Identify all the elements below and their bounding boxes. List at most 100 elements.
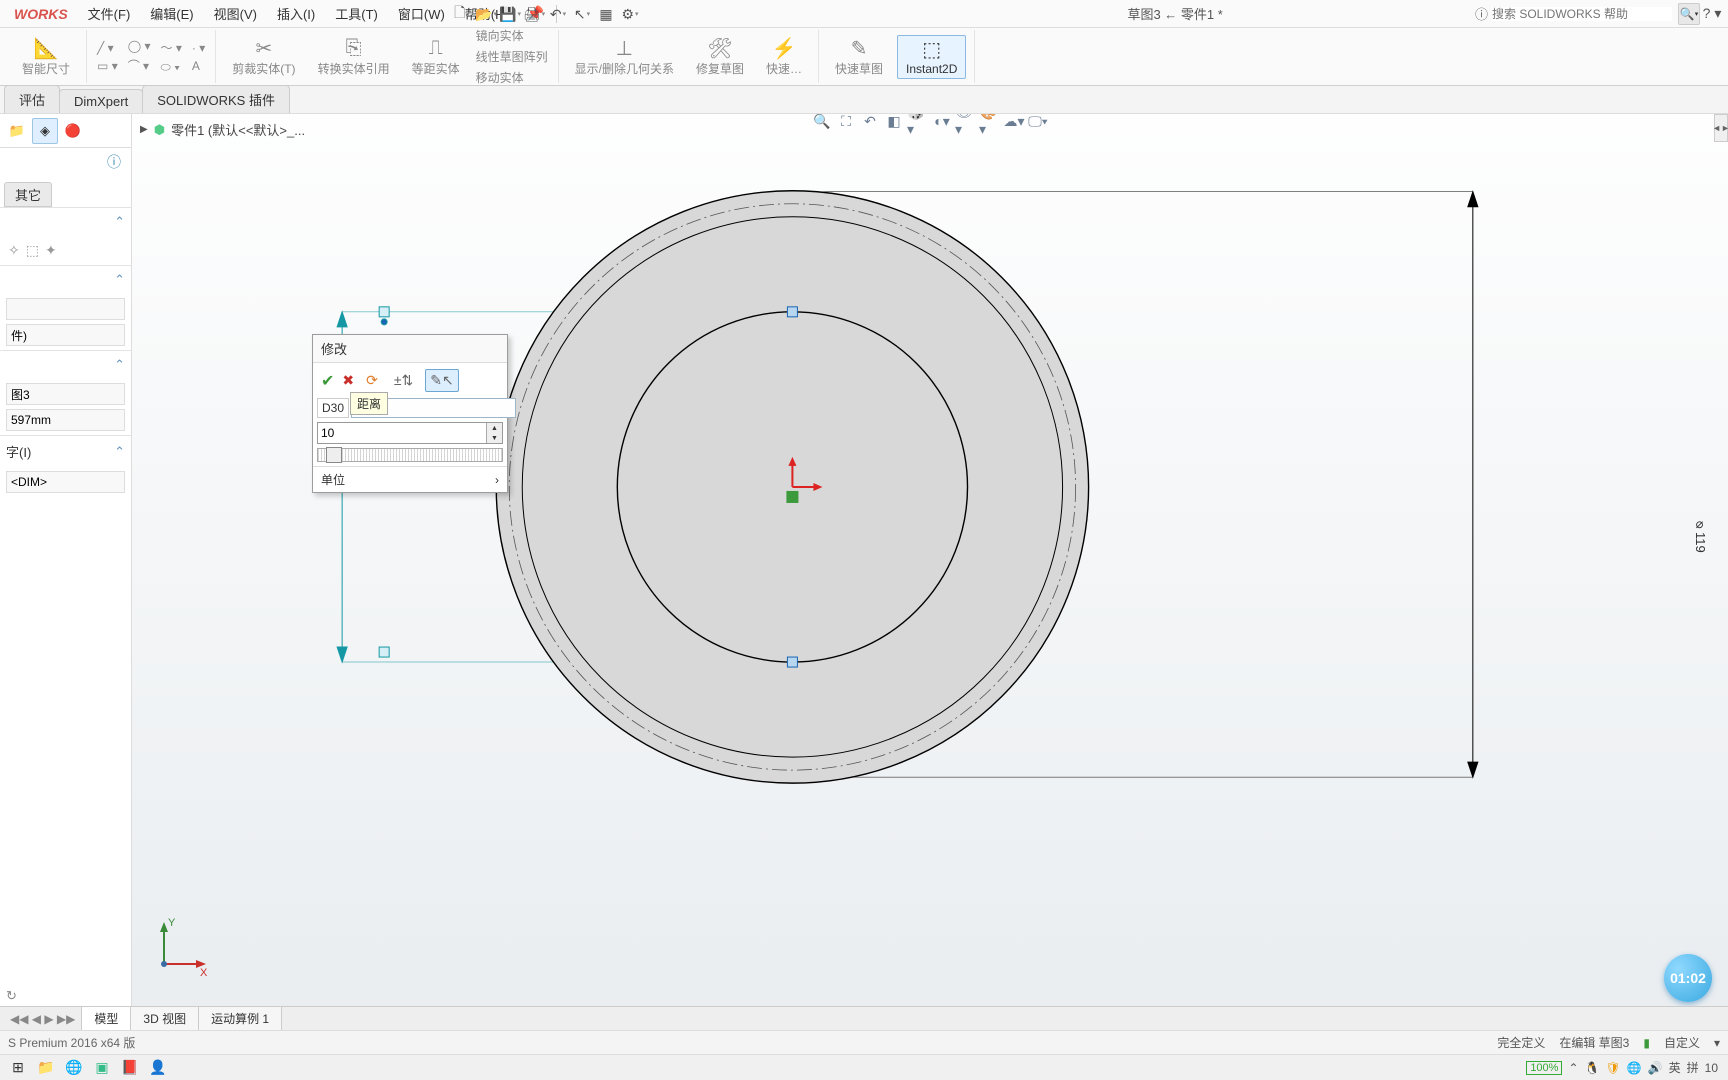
menu-tools[interactable]: 工具(T) xyxy=(325,0,388,27)
taskbar-edge-icon[interactable]: 🌐 xyxy=(60,1057,88,1079)
undo-icon[interactable]: ↶▾ xyxy=(546,3,570,25)
rebuild-icon[interactable]: ▦ xyxy=(594,3,618,25)
menu-edit[interactable]: 编辑(E) xyxy=(140,0,203,27)
spin-down[interactable]: ▼ xyxy=(487,433,502,443)
new-doc-icon[interactable]: 🗋▾ xyxy=(450,3,474,25)
relations-button[interactable]: ⊥显示/删除几何关系 xyxy=(567,34,682,79)
help-dropdown-icon[interactable]: ? ▾ xyxy=(1700,3,1724,25)
spin-up[interactable]: ▲ xyxy=(487,423,502,433)
linear-pattern-button[interactable]: 线性草图阵列 xyxy=(474,47,550,66)
taskbar-app-icon[interactable]: ⊞ xyxy=(4,1057,32,1079)
product-label: S Premium 2016 x64 版 xyxy=(8,1034,135,1051)
tray-shield-icon[interactable]: 🛡 xyxy=(1605,1061,1620,1075)
offset-button[interactable]: ⎍等距实体 xyxy=(404,34,468,79)
property-icon[interactable]: ◈ xyxy=(32,118,58,144)
dim-text-field[interactable] xyxy=(6,471,125,493)
circle-tool[interactable]: ◯ ▾ xyxy=(126,38,153,54)
tray-vol-icon[interactable]: 🔊 xyxy=(1648,1061,1663,1075)
rebuild-dim-icon[interactable]: ⟳ xyxy=(362,370,382,391)
combo-1[interactable] xyxy=(6,298,125,320)
sketch-drawing xyxy=(132,114,1728,1030)
tab-evaluate[interactable]: 评估 xyxy=(4,85,60,113)
taskbar-user-icon[interactable]: 👤 xyxy=(144,1057,172,1079)
dim-thumbwheel[interactable] xyxy=(317,448,503,462)
ico-3[interactable]: ✦ xyxy=(45,242,57,259)
select-icon[interactable]: ↖▾ xyxy=(570,3,594,25)
tab-dimxpert[interactable]: DimXpert xyxy=(59,89,143,113)
arc-tool[interactable]: ⌒ ▾ xyxy=(126,56,153,75)
quick-button[interactable]: ⚡快速… xyxy=(758,34,810,79)
zoom-indicator[interactable]: 100% xyxy=(1526,1061,1562,1075)
cancel-button[interactable]: ✖ xyxy=(342,372,354,389)
mark-dim-icon[interactable]: ✎↖ xyxy=(425,369,458,392)
rect-tool[interactable]: ▭ ▾ xyxy=(95,58,120,74)
reverse-icon[interactable]: ±⇅ xyxy=(390,370,417,391)
diameter-label[interactable]: ⌀119 xyxy=(1693,517,1708,553)
move-button[interactable]: 移动实体 xyxy=(474,68,550,87)
taskbar-app2-icon[interactable]: ▣ xyxy=(88,1057,116,1079)
collapse-caret-icon[interactable]: ⌃ xyxy=(114,214,125,230)
footer-icon-1[interactable]: ↻ xyxy=(6,988,33,1004)
text-tool[interactable]: A xyxy=(190,58,207,74)
units-toggle[interactable]: 单位› xyxy=(313,466,507,492)
view-triad: Y X xyxy=(144,914,214,984)
ico-2[interactable]: ⬚ xyxy=(26,242,39,259)
taskbar-files-icon[interactable]: 📁 xyxy=(32,1057,60,1079)
ellipse-tool[interactable]: ⬭ ▾ xyxy=(159,59,184,76)
panel-help-icon[interactable]: ⓘ xyxy=(0,148,131,176)
search-input[interactable] xyxy=(1492,7,1672,21)
modify-dialog: 修改 ✔ ✖ ⟳ ±⇅ ✎↖ D30 ▲▼ 单位› xyxy=(312,334,508,493)
sketch-name-field[interactable] xyxy=(6,383,125,405)
appearance-icon[interactable]: 🔴 xyxy=(60,118,86,144)
timer-badge: 01:02 xyxy=(1664,954,1712,1002)
panel-tag-other[interactable]: 其它 xyxy=(4,182,52,207)
rapid-sketch-button[interactable]: ✎快速草图 xyxy=(827,34,891,79)
tab-model[interactable]: 模型 xyxy=(81,1006,131,1031)
save-icon[interactable]: 💾▾ xyxy=(498,3,522,25)
print-icon[interactable]: 🖨▾ xyxy=(522,3,546,25)
ime-mode[interactable]: 拼 xyxy=(1687,1059,1699,1076)
options-icon[interactable]: ⚙▾ xyxy=(618,3,642,25)
ime-lang[interactable]: 英 xyxy=(1669,1059,1681,1076)
line-tool[interactable]: ╱ ▾ xyxy=(95,40,120,56)
search-button[interactable]: 🔍▾ xyxy=(1678,3,1700,25)
tray-globe-icon[interactable]: 🌐 xyxy=(1627,1061,1642,1075)
ico-1[interactable]: ✧ xyxy=(8,242,20,259)
dimension-icon: 📐 xyxy=(34,36,59,60)
help-search[interactable]: ⓘ xyxy=(1469,4,1678,23)
dim-value-input[interactable] xyxy=(318,423,486,443)
tab-3dview[interactable]: 3D 视图 xyxy=(130,1006,199,1031)
point-tool[interactable]: · ▾ xyxy=(190,40,207,56)
tooltip-distance: 距离 xyxy=(350,392,388,415)
tray-up-icon[interactable]: ⌃ xyxy=(1568,1061,1578,1075)
tray-qq-icon[interactable]: 🐧 xyxy=(1585,1061,1600,1075)
tab-motion[interactable]: 运动算例 1 xyxy=(198,1006,282,1031)
dim-value-field[interactable] xyxy=(6,409,125,431)
open-doc-icon[interactable]: 📂▾ xyxy=(474,3,498,25)
menu-bar: WORKS 文件(F) 编辑(E) 视图(V) 插入(I) 工具(T) 窗口(W… xyxy=(0,0,1728,28)
convert-button[interactable]: ⎘转换实体引用 xyxy=(310,34,398,79)
instant2d-button[interactable]: ⬚Instant2D xyxy=(897,35,966,79)
menu-view[interactable]: 视图(V) xyxy=(204,0,267,27)
quick-access-toolbar: 🗋▾ 📂▾ 💾▾ 🖨▾ ↶▾ ↖▾ ▦ ⚙▾ xyxy=(444,0,648,28)
task-pane-collapse[interactable]: ◄► xyxy=(1714,114,1728,142)
trim-button[interactable]: ✂剪裁实体(T) xyxy=(224,34,303,79)
combo-2[interactable] xyxy=(6,324,125,346)
spline-tool[interactable]: ～ ▾ xyxy=(159,38,184,57)
command-tabs: 评估 DimXpert SOLIDWORKS 插件 xyxy=(0,86,1728,114)
repair-button[interactable]: 🛠修复草图 xyxy=(688,34,752,79)
smart-dimension-button[interactable]: 📐 智能尺寸 xyxy=(14,34,78,79)
document-title: 草图3 ← 零件1 * xyxy=(1115,4,1234,23)
ok-button[interactable]: ✔ xyxy=(321,371,334,391)
status-editing: 在编辑 草图3 xyxy=(1559,1034,1629,1051)
menu-file[interactable]: 文件(F) xyxy=(78,0,141,27)
bt-prev-icon[interactable]: ◀◀ ◀ ▶ ▶▶ xyxy=(4,1012,81,1026)
taskbar-pdf-icon[interactable]: 📕 xyxy=(116,1057,144,1079)
mirror-button[interactable]: 镜向实体 xyxy=(474,26,550,45)
help-icon: ⓘ xyxy=(1475,4,1488,23)
feature-tree-icon[interactable]: 📁 xyxy=(4,118,30,144)
tab-addins[interactable]: SOLIDWORKS 插件 xyxy=(142,85,290,113)
graphics-canvas[interactable]: ▶ ⬢ 零件1 (默认<<默认>_... 🔍 ⛶ ↶ ◧ 🎲▾ ◐▾ 👁▾ 🎨▾… xyxy=(132,114,1728,1030)
status-custom[interactable]: 自定义 xyxy=(1664,1034,1700,1051)
menu-insert[interactable]: 插入(I) xyxy=(267,0,325,27)
